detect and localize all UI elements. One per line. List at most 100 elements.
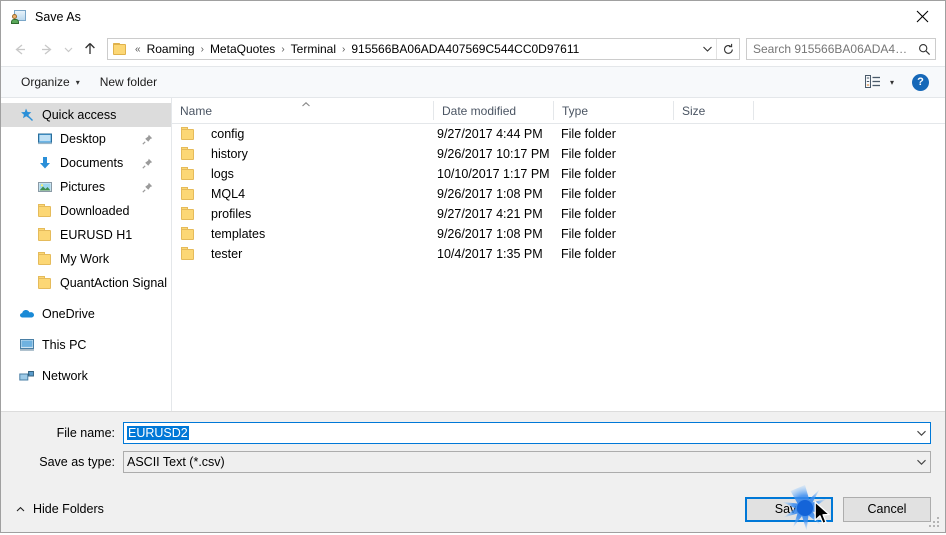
file-type: File folder (561, 187, 616, 201)
file-name: profiles (211, 207, 252, 221)
hide-folders-button[interactable]: Hide Folders (15, 502, 104, 516)
new-folder-button[interactable]: New folder (94, 72, 163, 92)
sidebar-item-onedrive[interactable]: OneDrive (1, 302, 171, 326)
view-chevron-down-icon[interactable]: ▾ (890, 78, 894, 87)
breadcrumb-item-terminal[interactable]: Terminal (289, 42, 338, 56)
close-icon[interactable] (899, 1, 945, 31)
organize-button[interactable]: Organize ▾ (15, 72, 86, 92)
file-type: File folder (561, 127, 616, 141)
save-button[interactable]: Save (745, 496, 833, 522)
up-arrow-icon[interactable] (77, 36, 103, 62)
address-bar[interactable]: « Roaming › MetaQuotes › Terminal › 9155… (107, 38, 740, 60)
refresh-icon[interactable] (716, 39, 739, 59)
column-headers: Name Date modified Type Size (172, 98, 945, 124)
file-name-cell: config (172, 126, 434, 142)
sidebar-item-label: This PC (42, 338, 87, 352)
help-icon[interactable]: ? (912, 73, 929, 91)
table-row[interactable]: profiles 9/27/2017 4:21 PM File folder (172, 204, 945, 224)
sidebar-item-label: Downloaded (60, 204, 130, 218)
breadcrumb-separator: › (281, 43, 285, 55)
folder-icon (113, 43, 127, 55)
list-view-icon[interactable] (864, 74, 882, 90)
column-header-type[interactable]: Type (554, 101, 674, 120)
table-row[interactable]: config 9/27/2017 4:44 PM File folder (172, 124, 945, 144)
sidebar-item-quick-access[interactable]: Quick access (1, 103, 171, 127)
folder-icon (37, 203, 53, 219)
sidebar-item-pictures[interactable]: Pictures (1, 175, 171, 199)
search-icon[interactable] (913, 43, 935, 56)
folder-icon (180, 226, 196, 242)
save-as-dialog: Save As « Roaming › MetaQuotes › Termina… (0, 0, 946, 533)
breadcrumb-item-terminal-id[interactable]: 915566BA06ADA407569C544CC0D97611 (349, 42, 581, 56)
sidebar-item-quantaction-signal[interactable]: QuantAction Signal (1, 271, 171, 295)
file-type: File folder (561, 247, 616, 261)
dialog-footer: Hide Folders Save Cancel (1, 486, 945, 532)
sidebar-item-eurusd-h1[interactable]: EURUSD H1 (1, 223, 171, 247)
file-name: config (211, 127, 245, 141)
save-as-type-select[interactable]: ASCII Text (*.csv) (123, 451, 931, 473)
pin-icon[interactable] (142, 182, 153, 193)
file-type: File folder (561, 207, 616, 221)
sidebar-item-downloaded[interactable]: Downloaded (1, 199, 171, 223)
breadcrumb-overflow[interactable]: « (131, 44, 145, 55)
save-as-type-label: Save as type: (39, 455, 115, 469)
pin-icon[interactable] (142, 158, 153, 169)
file-type: File folder (561, 167, 616, 181)
file-name: history (211, 147, 248, 161)
resize-grip-icon[interactable] (929, 517, 941, 529)
table-row[interactable]: tester 10/4/2017 1:35 PM File folder (172, 244, 945, 264)
sidebar-item-this-pc[interactable]: This PC (1, 333, 171, 357)
file-name: templates (211, 227, 266, 241)
organize-label: Organize (21, 75, 70, 89)
column-header-size[interactable]: Size (674, 101, 754, 120)
table-row[interactable]: logs 10/10/2017 1:17 PM File folder (172, 164, 945, 184)
file-name-cell: MQL4 (172, 186, 434, 202)
new-folder-label: New folder (99, 75, 158, 89)
sidebar-item-label: Network (42, 369, 88, 383)
cancel-button[interactable]: Cancel (843, 496, 931, 522)
search-placeholder: Search 915566BA06ADA40756... (753, 42, 913, 56)
column-header-date-modified[interactable]: Date modified (434, 101, 554, 120)
file-date: 10/4/2017 1:35 PM (437, 247, 543, 261)
file-date: 9/26/2017 1:08 PM (437, 187, 543, 201)
breadcrumb-separator: › (200, 43, 204, 55)
search-input[interactable]: Search 915566BA06ADA40756... (746, 38, 936, 60)
file-name-input[interactable]: EURUSD2 (123, 422, 931, 444)
file-date: 9/26/2017 10:17 PM (437, 147, 550, 161)
chevron-down-icon[interactable] (912, 429, 930, 437)
breadcrumb-item-roaming[interactable]: Roaming (145, 42, 197, 56)
back-arrow-icon[interactable] (7, 36, 33, 62)
file-name-cell: tester (172, 246, 434, 262)
sidebar-item-documents[interactable]: Documents (1, 151, 171, 175)
star-pin-icon (19, 107, 35, 123)
breadcrumb-separator: › (342, 43, 346, 55)
recent-locations-chevron-icon[interactable] (59, 36, 77, 62)
onedrive-icon (19, 306, 35, 322)
breadcrumb-item-metaquotes[interactable]: MetaQuotes (208, 42, 277, 56)
save-as-type-row: Save as type: ASCII Text (*.csv) (1, 451, 945, 473)
navigation-bar: « Roaming › MetaQuotes › Terminal › 9155… (1, 32, 945, 66)
file-name: MQL4 (211, 187, 246, 201)
hide-folders-label: Hide Folders (33, 502, 104, 516)
sidebar-item-desktop[interactable]: Desktop (1, 127, 171, 151)
table-row[interactable]: MQL4 9/26/2017 1:08 PM File folder (172, 184, 945, 204)
navigation-pane: Quick access Desktop Documents Pictures … (1, 98, 172, 411)
chevron-down-icon[interactable] (912, 458, 930, 466)
chevron-down-icon[interactable] (698, 45, 716, 53)
folder-icon (37, 227, 53, 243)
file-name: logs (211, 167, 234, 181)
file-name-cell: history (172, 146, 434, 162)
sidebar-item-label: OneDrive (42, 307, 95, 321)
forward-arrow-icon[interactable] (33, 36, 59, 62)
command-toolbar: Organize ▾ New folder ▾ ? (1, 66, 945, 98)
sort-ascending-icon (300, 97, 312, 111)
file-name-value-wrap: EURUSD2 (124, 426, 912, 440)
folder-icon (180, 126, 196, 142)
sidebar-item-my-work[interactable]: My Work (1, 247, 171, 271)
sidebar-item-network[interactable]: Network (1, 364, 171, 388)
network-icon (19, 368, 35, 384)
table-row[interactable]: templates 9/26/2017 1:08 PM File folder (172, 224, 945, 244)
title-bar: Save As (1, 1, 945, 32)
pin-icon[interactable] (142, 134, 153, 145)
table-row[interactable]: history 9/26/2017 10:17 PM File folder (172, 144, 945, 164)
